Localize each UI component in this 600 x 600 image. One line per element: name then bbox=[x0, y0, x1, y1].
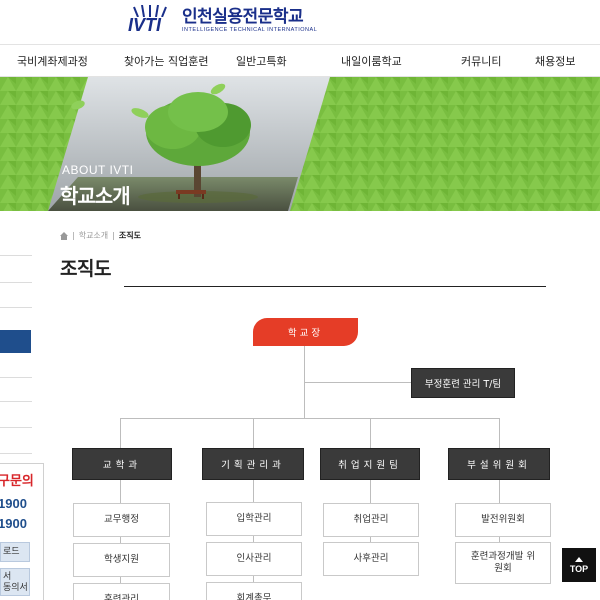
org-unit-box: 회계총무 bbox=[206, 582, 302, 600]
banner-subtitle: ABOUT IVTI bbox=[62, 163, 134, 177]
org-unit-box: 취업관리 bbox=[323, 503, 419, 537]
inquiry-box: 구문의 1900 1900 로드 서 동의서 bbox=[0, 463, 44, 600]
sidebar-button-consent-line2: 동의서 bbox=[3, 583, 28, 593]
nav-item-general-high[interactable]: 일반고특화 bbox=[236, 53, 287, 69]
breadcrumb-parent[interactable]: 학교소개 bbox=[79, 230, 108, 241]
banner-title: 학교소개 bbox=[60, 184, 131, 208]
side-menu-divider bbox=[0, 282, 32, 283]
org-unit-box: 발전위원회 bbox=[455, 503, 551, 537]
breadcrumb-separator: | bbox=[112, 231, 115, 240]
org-unit-box: 입학관리 bbox=[206, 502, 302, 536]
side-menu-divider bbox=[0, 427, 32, 428]
nav-item-tomorrow-school[interactable]: 내일이룸학교 bbox=[341, 53, 402, 69]
org-side-box: 부정훈련 관리 T/팀 bbox=[411, 368, 515, 398]
connector-line bbox=[120, 418, 500, 419]
org-unit-box: 훈련관리 bbox=[73, 583, 170, 600]
side-menu-active-item[interactable] bbox=[0, 330, 31, 353]
logo-text: 인천실용전문학교 INTELLIGENCE TECHNICAL INTERNAT… bbox=[182, 7, 317, 34]
side-menu-divider bbox=[0, 453, 32, 454]
connector-line bbox=[120, 418, 121, 448]
home-icon[interactable] bbox=[60, 231, 68, 240]
logo-english-name: INTELLIGENCE TECHNICAL INTERNATIONAL bbox=[182, 26, 318, 33]
nav-item-jobs[interactable]: 채용정보 bbox=[535, 53, 575, 69]
nav-item-visiting-training[interactable]: 찾아가는 직업훈련 bbox=[124, 53, 208, 69]
site-header: IVTI 인천실용전문학교 INTELLIGENCE TECHNICAL INT… bbox=[0, 0, 600, 44]
arrow-up-icon bbox=[575, 556, 583, 562]
org-dept-box: 교학과 bbox=[72, 448, 172, 480]
logo-korean-name: 인천실용전문학교 bbox=[182, 6, 304, 27]
side-menu-divider bbox=[0, 377, 32, 378]
org-unit-box: 학생지원 bbox=[73, 543, 170, 577]
org-unit-box: 훈련과정개발 위원회 bbox=[455, 542, 551, 584]
site-logo[interactable]: IVTI 인천실용전문학교 INTELLIGENCE TECHNICAL INT… bbox=[128, 4, 317, 36]
org-unit-box: 인사관리 bbox=[206, 542, 302, 576]
title-divider bbox=[124, 286, 546, 287]
nav-item-national-account[interactable]: 국비계좌제과정 bbox=[17, 53, 88, 69]
main-nav: 국비계좌제과정 찾아가는 직업훈련 일반고특화 내일이룸학교 커뮤니티 채용정보 bbox=[0, 44, 600, 77]
org-dept-box: 취업지원팀 bbox=[320, 448, 420, 480]
breadcrumb-separator: | bbox=[72, 231, 75, 240]
side-menu-divider bbox=[0, 401, 32, 402]
page-title: 조직도 bbox=[60, 258, 111, 280]
breadcrumb-current: 조직도 bbox=[118, 231, 141, 240]
org-head-box: 학교장 bbox=[253, 318, 358, 346]
org-dept-box: 부설위원회 bbox=[448, 448, 550, 480]
breadcrumb: | 학교소개 | 조직도 bbox=[60, 230, 141, 241]
connector-line bbox=[305, 382, 411, 383]
logo-mark: IVTI bbox=[128, 5, 176, 35]
scroll-top-button[interactable]: TOP bbox=[562, 548, 596, 582]
org-dept-box: 기획관리과 bbox=[202, 448, 304, 480]
side-menu-divider bbox=[0, 255, 32, 256]
sidebar-button-road[interactable]: 로드 bbox=[0, 542, 30, 562]
scroll-top-label: TOP bbox=[569, 563, 589, 574]
sidebar-button-consent-line1: 서 bbox=[3, 572, 12, 582]
org-unit-box: 사후관리 bbox=[323, 542, 419, 576]
inquiry-phone-2: 1900 bbox=[0, 516, 27, 531]
sidebar-button-consent[interactable]: 서 동의서 bbox=[0, 568, 30, 596]
inquiry-phone-1: 1900 bbox=[0, 496, 27, 511]
connector-line bbox=[253, 418, 254, 448]
inquiry-label: 구문의 bbox=[0, 474, 34, 489]
connector-line bbox=[120, 480, 121, 600]
connector-line bbox=[499, 418, 500, 448]
logo-letters: IVTI bbox=[128, 15, 162, 35]
side-menu-divider bbox=[0, 307, 32, 308]
nav-item-community[interactable]: 커뮤니티 bbox=[461, 53, 501, 69]
connector-line bbox=[370, 418, 371, 448]
org-unit-box: 교무행정 bbox=[73, 503, 170, 537]
side-menu: 구문의 1900 1900 로드 서 동의서 bbox=[0, 229, 44, 600]
